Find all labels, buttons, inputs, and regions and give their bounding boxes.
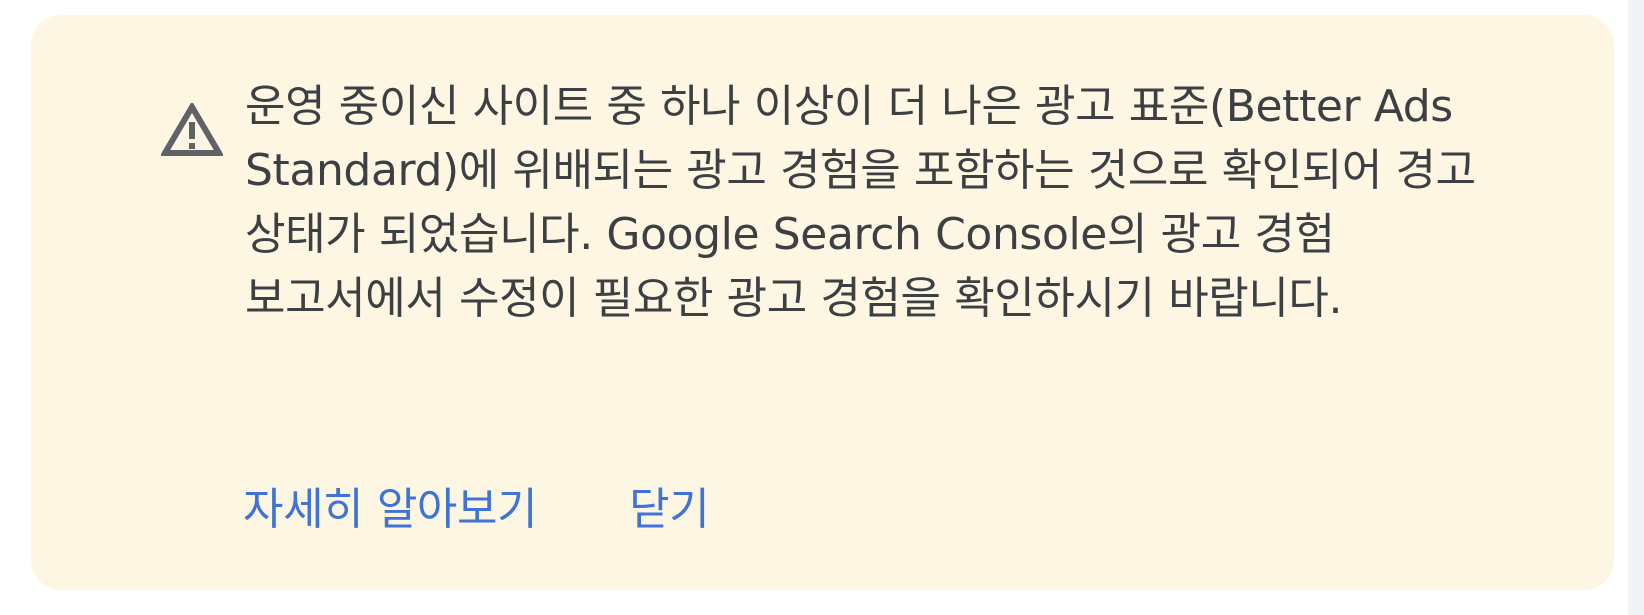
warning-triangle-icon [161,103,223,156]
learn-more-link[interactable]: 자세히 알아보기 [243,478,538,542]
page-edge [1628,0,1644,615]
dismiss-button[interactable]: 닫기 [629,478,710,542]
warning-message: 운영 중이신 사이트 중 하나 이상이 더 나은 광고 표준(Better Ad… [245,81,1476,324]
banner-actions: 자세히 알아보기 닫기 [243,478,710,542]
